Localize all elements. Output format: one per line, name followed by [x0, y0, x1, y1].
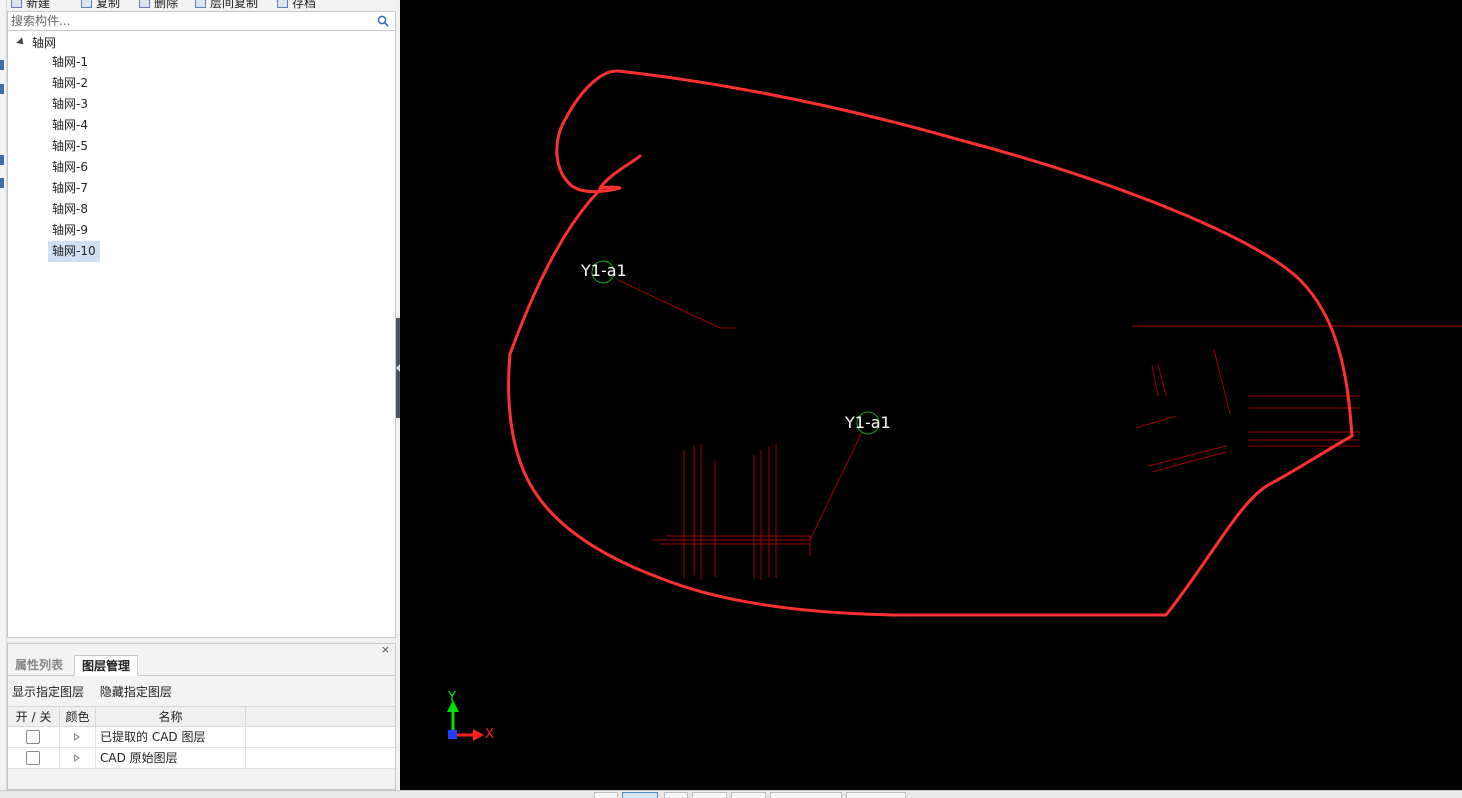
save-icon: [277, 0, 288, 8]
delete-button[interactable]: 删除: [139, 0, 178, 10]
show-layer-button[interactable]: 显示指定图层: [12, 685, 84, 699]
column-header-color: 颜色: [60, 707, 96, 727]
copy-button[interactable]: 复制: [81, 0, 120, 10]
floor-copy-button[interactable]: 层间复制: [195, 0, 258, 10]
tree-item[interactable]: 轴网-9: [48, 220, 92, 241]
component-toolbar: 新建 复制 删除 层间复制 存档: [7, 0, 397, 10]
layer-actions: 显示指定图层 隐藏指定图层: [12, 683, 184, 700]
tree-item[interactable]: 轴网-5: [48, 136, 92, 157]
tree-item[interactable]: 轴网-2: [48, 73, 92, 94]
new-button[interactable]: 新建: [11, 0, 50, 10]
y-axis-label: Y: [448, 690, 456, 705]
table-header: 开 / 关 颜色 名称: [8, 706, 395, 727]
new-icon: [11, 0, 22, 8]
layer-visible-checkbox[interactable]: [26, 751, 40, 765]
cad-lines-left: [617, 279, 863, 580]
delete-icon: [139, 0, 150, 8]
status-button[interactable]: [664, 792, 688, 798]
component-search: [7, 11, 396, 31]
layer-name: CAD 原始图层: [96, 748, 246, 768]
cad-drawing: [447, 69, 1462, 741]
tree-item[interactable]: 轴网-3: [48, 94, 92, 115]
status-button[interactable]: [770, 792, 842, 798]
cad-lines-right: [1132, 325, 1462, 473]
hide-layer-button[interactable]: 隐藏指定图层: [100, 685, 172, 699]
grid-label: Y1-a1: [581, 261, 627, 280]
layer-panel: × 属性列表 图层管理 显示指定图层 隐藏指定图层 开 / 关 颜色 名称 已提…: [7, 643, 396, 790]
tree-item-selected[interactable]: 轴网-10: [48, 241, 100, 262]
component-tree: 轴网 轴网-1 轴网-2 轴网-3 轴网-4 轴网-5 轴网-6 轴网-7 轴网…: [7, 31, 396, 638]
floor-copy-icon: [195, 0, 206, 8]
status-button[interactable]: [731, 792, 766, 798]
color-expand-icon[interactable]: [74, 733, 80, 741]
copy-icon: [81, 0, 92, 8]
cad-canvas[interactable]: Y1-a1 Y1-a1 Y X: [400, 0, 1462, 790]
table-row: 已提取的 CAD 图层: [8, 727, 395, 748]
red-annotation-outline: [507, 69, 1354, 617]
grid-label: Y1-a1: [845, 413, 891, 432]
left-edge-strip: [0, 0, 7, 798]
color-expand-icon[interactable]: [74, 754, 80, 762]
layer-name: 已提取的 CAD 图层: [96, 727, 246, 747]
layer-table: 开 / 关 颜色 名称 已提取的 CAD 图层 CAD 原始图层: [8, 706, 395, 769]
origin-marker: [448, 730, 457, 739]
tree-item[interactable]: 轴网-7: [48, 178, 92, 199]
tree-root-axis-grid[interactable]: 轴网: [16, 33, 56, 53]
status-button-active[interactable]: [622, 792, 658, 798]
tree-item[interactable]: 轴网-6: [48, 157, 92, 178]
tree-item[interactable]: 轴网-4: [48, 115, 92, 136]
x-axis-label: X: [485, 727, 494, 742]
status-button[interactable]: [692, 792, 727, 798]
tab-layer-management[interactable]: 图层管理: [74, 655, 139, 676]
edge-marker: [0, 155, 4, 165]
tree-item[interactable]: 轴网-1: [48, 52, 92, 73]
status-bar: [0, 790, 1462, 798]
layer-visible-checkbox[interactable]: [26, 730, 40, 744]
column-header-name: 名称: [96, 707, 246, 727]
edge-marker: [0, 60, 4, 70]
edge-marker: [0, 178, 4, 188]
table-row: CAD 原始图层: [8, 748, 395, 769]
search-input[interactable]: [11, 13, 371, 29]
panel-tabs: 属性列表 图层管理: [8, 655, 395, 676]
edge-marker: [0, 84, 4, 94]
expand-triangle-icon[interactable]: [16, 37, 27, 48]
column-header-toggle: 开 / 关: [8, 707, 60, 727]
x-axis-arrowhead: [473, 729, 484, 741]
status-button[interactable]: [846, 792, 906, 798]
tree-item[interactable]: 轴网-8: [48, 199, 92, 220]
status-button[interactable]: [594, 792, 618, 798]
search-icon[interactable]: [377, 15, 389, 27]
save-button[interactable]: 存档: [277, 0, 316, 10]
tab-property-list[interactable]: 属性列表: [8, 655, 70, 676]
